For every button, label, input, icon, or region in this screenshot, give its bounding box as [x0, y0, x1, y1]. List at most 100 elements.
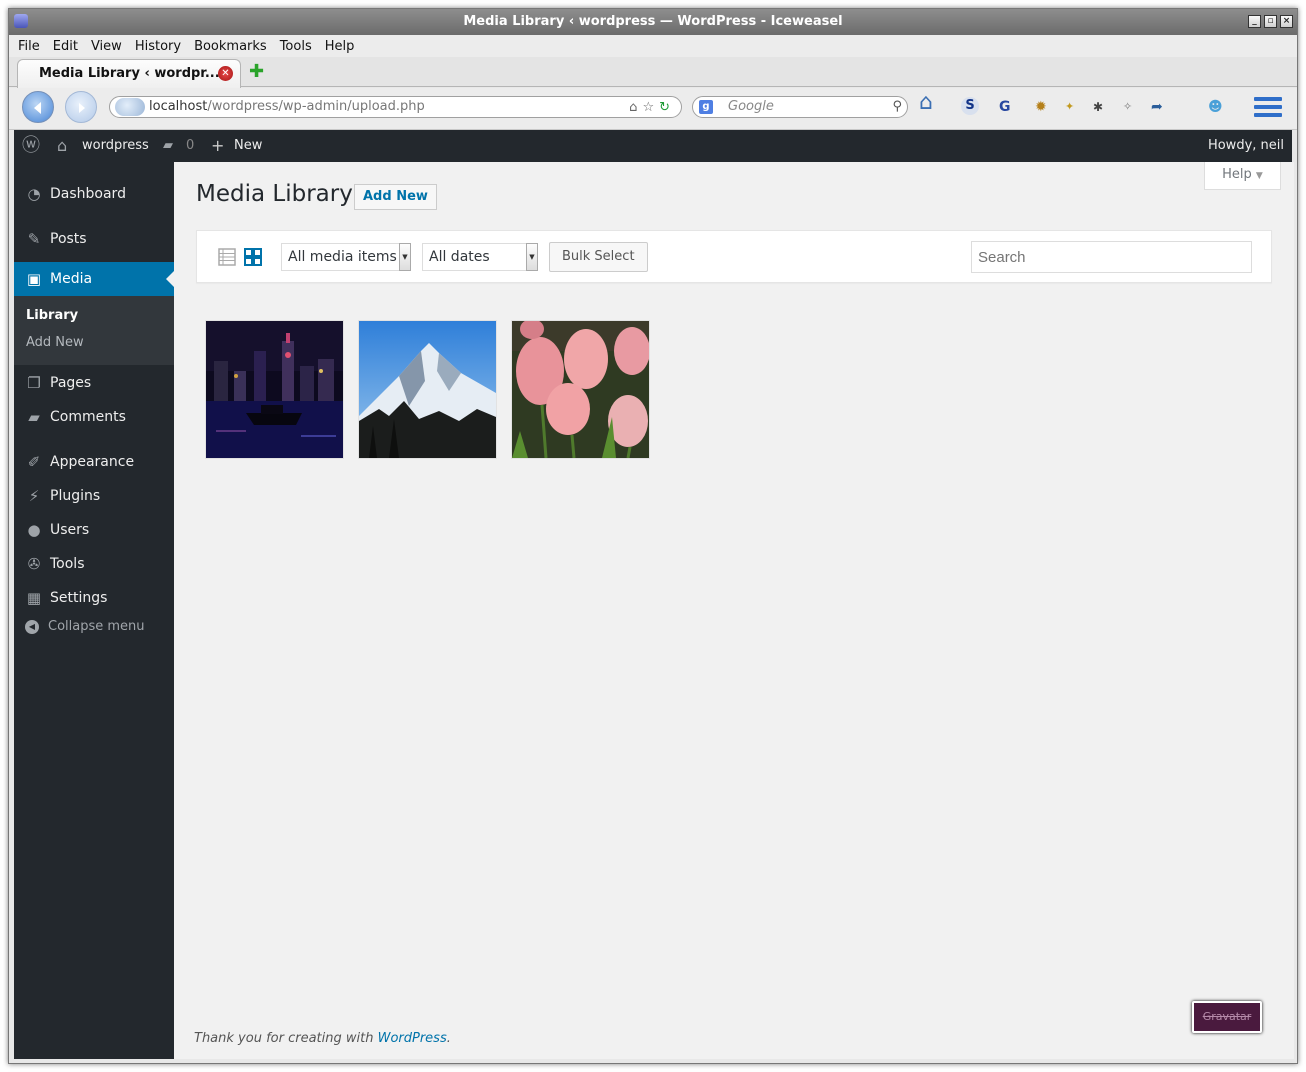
date-filter[interactable]: All dates ▼	[422, 243, 538, 271]
reload-icon[interactable]: ↻	[659, 100, 675, 115]
ghostery-icon[interactable]: ☻	[1208, 97, 1223, 117]
search-bar-placeholder: Google	[728, 99, 774, 114]
gravatar-button[interactable]: Gravatar	[1192, 1001, 1262, 1033]
addon-icon[interactable]: ✦	[1065, 97, 1074, 117]
dashboard-icon: ◔	[27, 185, 41, 203]
sidebar-item-media[interactable]: ▣ Media	[14, 262, 174, 296]
bulk-select-button[interactable]: Bulk Select	[549, 242, 648, 272]
google-engine-icon[interactable]: g	[699, 100, 713, 114]
chevron-down-icon: ▼	[1255, 171, 1263, 181]
menu-history[interactable]: History	[135, 39, 181, 54]
comments-icon: ▰	[28, 408, 40, 426]
menu-bookmarks[interactable]: Bookmarks	[194, 39, 267, 54]
grid-view-icon[interactable]	[243, 247, 263, 267]
submenu-add-new[interactable]: Add New	[26, 335, 84, 350]
sidebar-item-users[interactable]: ● Users	[14, 513, 174, 547]
admin-sidebar: ◔ Dashboard ✎ Posts ▣ Media Library Add New…	[14, 162, 174, 1059]
footer-text: Thank you for creating with	[194, 1031, 374, 1046]
wordpress-logo-icon[interactable]: ⓦ	[22, 130, 40, 162]
date-filter-value: All dates	[429, 249, 490, 265]
sidebar-item-settings[interactable]: ▦ Settings	[14, 581, 174, 615]
iceweasel-app-icon	[14, 14, 28, 28]
main-content: Help ▼ Media Library Add New All media i…	[174, 162, 1294, 1059]
bug-extension-icon[interactable]: ✱	[1093, 97, 1103, 117]
home-icon[interactable]: ⌂	[57, 130, 67, 162]
menu-view[interactable]: View	[91, 39, 122, 54]
menu-help[interactable]: Help	[325, 39, 355, 54]
footer-suffix: .	[446, 1031, 451, 1046]
menu-tools[interactable]: Tools	[280, 39, 312, 54]
plug-icon: ⚡	[28, 487, 40, 505]
sidebar-item-dashboard[interactable]: ◔ Dashboard	[14, 177, 174, 211]
pages-icon: ❐	[27, 374, 41, 392]
sidebar-item-label: Comments	[50, 409, 126, 425]
settings-icon: ▦	[26, 589, 42, 607]
close-window-button[interactable]: ×	[1280, 15, 1293, 28]
comment-bubble-icon[interactable]: ▰	[163, 130, 173, 162]
admin-footer: Thank you for creating with WordPress.	[194, 1031, 451, 1046]
maximize-button[interactable]: ▫	[1264, 15, 1277, 28]
media-submenu: Library Add New	[14, 296, 174, 365]
howdy-user-menu[interactable]: Howdy, neil	[1208, 130, 1284, 162]
sidebar-item-plugins[interactable]: ⚡ Plugins	[14, 479, 174, 513]
dropdown-arrow-icon: ▼	[526, 243, 538, 271]
url-host: localhost	[149, 99, 208, 114]
gear-extension-icon[interactable]: ✹	[1035, 97, 1047, 117]
collapse-arrow-icon: ◀	[25, 620, 39, 634]
user-icon: ●	[27, 521, 41, 539]
sidebar-item-appearance[interactable]: ✐ Appearance	[14, 445, 174, 479]
home-extension-icon[interactable]: ⌂	[919, 92, 933, 114]
home-icon[interactable]: ⌂	[629, 100, 642, 115]
back-button[interactable]	[22, 91, 54, 123]
wrench-icon: ✇	[27, 555, 41, 573]
site-identity-icon[interactable]	[115, 98, 145, 116]
forward-button[interactable]	[65, 91, 97, 123]
sidebar-item-label: Plugins	[50, 488, 101, 504]
window-title: Media Library ‹ wordpress — WordPress - …	[463, 14, 843, 29]
comments-count[interactable]: 0	[186, 130, 194, 162]
sidebar-item-comments[interactable]: ▰ Comments	[14, 400, 174, 434]
brush-icon: ✐	[27, 453, 41, 471]
new-tab-button[interactable]: ✚	[249, 63, 264, 81]
media-thumbnail-mountain[interactable]	[359, 321, 496, 458]
hamburger-menu-icon[interactable]	[1254, 97, 1282, 119]
collapse-menu-button[interactable]: ◀ Collapse menu	[14, 614, 174, 640]
bookmark-star-icon[interactable]: ☆	[642, 100, 659, 115]
menu-edit[interactable]: Edit	[53, 39, 78, 54]
gm-extension-icon[interactable]: G	[999, 97, 1011, 117]
sidebar-item-tools[interactable]: ✇ Tools	[14, 547, 174, 581]
site-name-link[interactable]: wordpress	[82, 130, 149, 162]
url-bar[interactable]: localhost/wordpress/wp-admin/upload.php …	[109, 96, 682, 118]
new-content-link[interactable]: New	[234, 130, 262, 162]
page-title: Media Library	[196, 181, 353, 207]
browser-tab[interactable]: Media Library ‹ wordpr... ✕	[17, 59, 241, 88]
tab-strip: Media Library ‹ wordpr... ✕ ✚	[9, 57, 1297, 88]
sidebar-item-pages[interactable]: ❐ Pages	[14, 366, 174, 400]
list-view-icon[interactable]	[217, 247, 237, 267]
media-thumbnail-tulips[interactable]	[512, 321, 649, 458]
menu-file[interactable]: File	[18, 39, 40, 54]
close-tab-icon[interactable]: ✕	[218, 66, 233, 81]
media-icon: ▣	[26, 270, 42, 288]
wordpress-link[interactable]: WordPress	[378, 1031, 447, 1046]
search-icon[interactable]: ⚲	[892, 97, 902, 117]
sidebar-item-posts[interactable]: ✎ Posts	[14, 222, 174, 256]
dropdown-arrow-icon: ▼	[399, 243, 411, 271]
sidebar-item-label: Posts	[50, 231, 87, 247]
back-arrow-icon	[34, 102, 41, 114]
plus-icon[interactable]: +	[211, 130, 224, 162]
search-bar[interactable]: g Google ⚲	[692, 96, 908, 118]
addon2-icon[interactable]: ✧	[1123, 97, 1132, 117]
media-type-filter[interactable]: All media items ▼	[281, 243, 411, 271]
sidebar-item-label: Appearance	[50, 454, 135, 470]
help-tab-button[interactable]: Help ▼	[1204, 162, 1281, 190]
s-extension-icon[interactable]: S	[961, 97, 979, 115]
media-type-value: All media items	[288, 249, 397, 265]
media-search-input[interactable]	[971, 241, 1252, 273]
minimize-button[interactable]: _	[1248, 15, 1261, 28]
media-thumbnail-city-night[interactable]	[206, 321, 343, 458]
submenu-library[interactable]: Library	[26, 308, 78, 323]
media-toolbar: All media items ▼ All dates ▼ Bulk Select	[196, 230, 1272, 283]
share-extension-icon[interactable]: ➦	[1151, 97, 1163, 117]
add-new-button[interactable]: Add New	[354, 184, 437, 210]
